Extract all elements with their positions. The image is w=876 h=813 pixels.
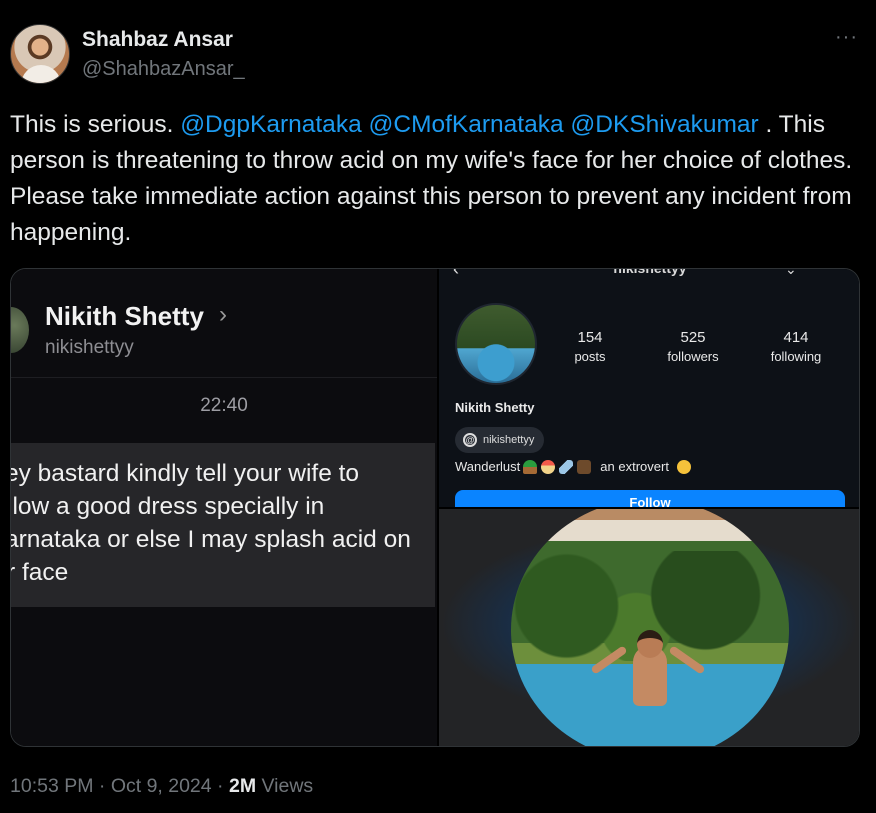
separator: · bbox=[211, 775, 229, 797]
dm-contact-name: Nikith Shetty bbox=[45, 301, 204, 331]
dm-screenshot: Nikith Shetty › nikishettyy 22:40 ey bas… bbox=[11, 269, 437, 746]
tweet-date[interactable]: Oct 9, 2024 bbox=[111, 775, 212, 797]
divider bbox=[11, 377, 437, 378]
stat-number: 414 bbox=[783, 329, 809, 346]
profile-picture bbox=[455, 303, 537, 385]
stat-number: 525 bbox=[680, 329, 706, 346]
profile-screenshot: ‹ nikishettyy ⌄ 154 posts 525 followers … bbox=[439, 269, 859, 507]
tweet-header: Shahbaz Ansar @ShahbazAnsar_ ··· bbox=[10, 24, 866, 86]
dm-contact-username: nikishettyy bbox=[45, 337, 134, 358]
message-line: llow a good dress specially in bbox=[10, 493, 325, 520]
airplane-icon bbox=[559, 459, 574, 474]
smiley-icon bbox=[676, 459, 691, 474]
tweet-media-image[interactable]: Nikith Shetty › nikishettyy 22:40 ey bas… bbox=[10, 268, 860, 747]
mention-link[interactable]: @CMofKarnataka bbox=[369, 111, 564, 138]
message-line: arnataka or else I may splash acid on bbox=[10, 526, 411, 553]
message-line: r face bbox=[10, 559, 69, 586]
author-name[interactable]: Shahbaz Ansar bbox=[82, 28, 233, 52]
dm-contact-avatar bbox=[11, 307, 29, 353]
profile-bio: Wanderlust an extrovert bbox=[455, 459, 692, 474]
bio-text: Wanderlust bbox=[455, 459, 521, 474]
stat-label: following bbox=[770, 349, 822, 364]
more-options-icon[interactable]: ··· bbox=[835, 26, 858, 49]
dm-timestamp: 22:40 bbox=[200, 395, 248, 416]
message-line: ey bastard kindly tell your wife to bbox=[10, 460, 360, 487]
threads-handle: nikishettyy bbox=[483, 434, 535, 446]
luggage-icon bbox=[577, 459, 592, 474]
threads-icon: @ bbox=[463, 433, 477, 447]
profile-stat-following: 414 following bbox=[751, 329, 841, 364]
profile-photo-zoomed bbox=[439, 509, 859, 746]
mention-link[interactable]: @DKShivakumar bbox=[570, 111, 758, 138]
profile-top-username: nikishettyy bbox=[439, 269, 859, 276]
views-label: Views bbox=[256, 775, 314, 797]
profile-stat-posts: 154 posts bbox=[545, 329, 635, 364]
tweet-time[interactable]: 10:53 PM bbox=[10, 775, 93, 797]
bio-text: an extrovert bbox=[600, 459, 669, 474]
tweet-meta: 10:53 PM · Oct 9, 2024 · 2M Views bbox=[10, 775, 313, 798]
profile-stat-followers: 525 followers bbox=[648, 329, 738, 364]
tweet-text-part bbox=[362, 111, 369, 138]
author-handle[interactable]: @ShahbazAnsar_ bbox=[82, 58, 245, 81]
stat-number: 154 bbox=[577, 329, 603, 346]
chevron-down-icon: ⌄ bbox=[785, 269, 797, 277]
palm-tree-icon bbox=[523, 459, 538, 474]
message-bubble: ey bastard kindly tell your wife to llow… bbox=[11, 443, 435, 607]
stat-label: posts bbox=[574, 349, 606, 364]
author-avatar[interactable] bbox=[10, 24, 70, 84]
threads-badge: @ nikishettyy bbox=[455, 427, 545, 453]
profile-photo-circle bbox=[511, 509, 789, 746]
profile-display-name: Nikith Shetty bbox=[455, 400, 535, 415]
tweet-text: This is serious. @DgpKarnataka @CMofKarn… bbox=[10, 107, 870, 251]
tweet-text-part: This is serious. bbox=[10, 111, 181, 138]
views-count: 2M bbox=[228, 775, 257, 797]
separator: · bbox=[93, 775, 111, 797]
stat-label: followers bbox=[667, 349, 719, 364]
chevron-right-icon: › bbox=[219, 301, 227, 328]
beach-umbrella-icon bbox=[541, 459, 556, 474]
follow-button: Follow bbox=[455, 490, 845, 507]
mention-link[interactable]: @DgpKarnataka bbox=[180, 111, 362, 138]
